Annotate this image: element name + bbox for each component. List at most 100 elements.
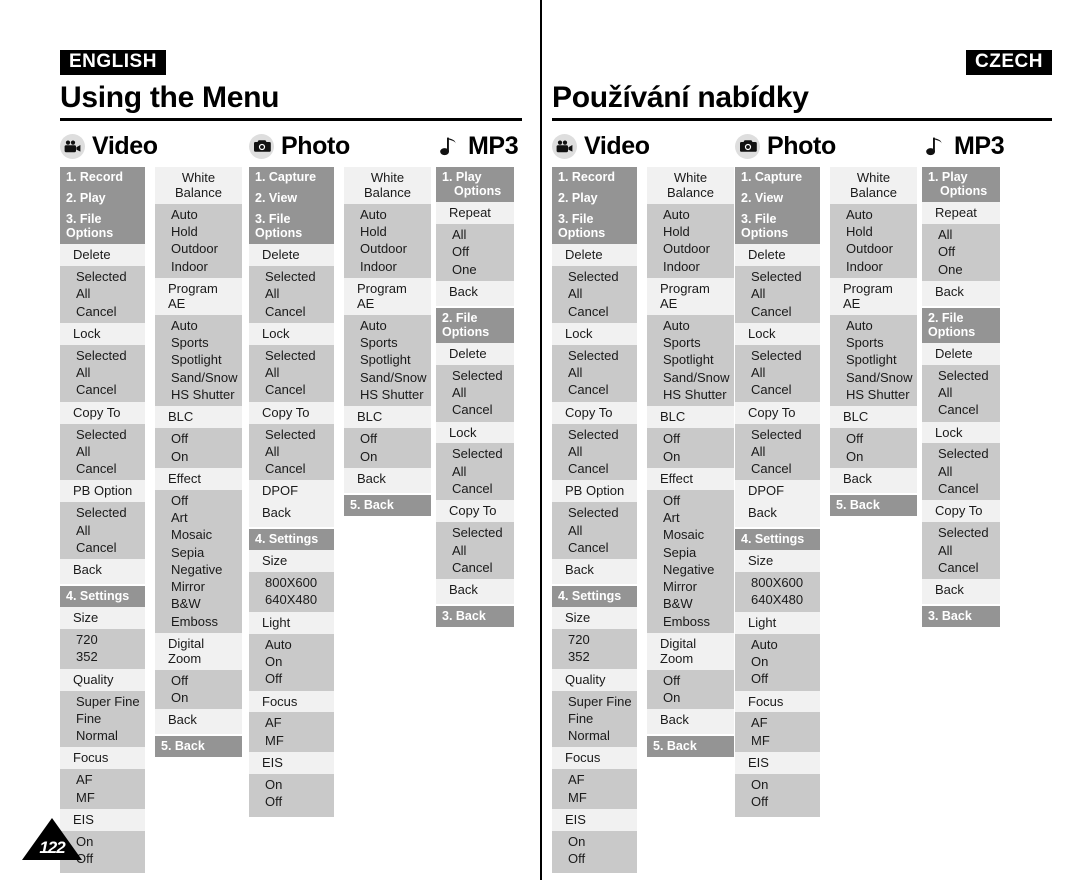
menu-option[interactable]: Outdoor bbox=[171, 240, 236, 257]
menu-option[interactable]: Cancel bbox=[76, 539, 139, 556]
menu-item-label[interactable]: Focus bbox=[249, 691, 334, 713]
menu-item-label[interactable]: EIS bbox=[735, 752, 820, 774]
menu-option[interactable]: Hold bbox=[171, 223, 236, 240]
menu-option[interactable]: On bbox=[568, 833, 631, 850]
menu-item-label[interactable]: Delete bbox=[922, 343, 1000, 365]
menu-option[interactable]: On bbox=[76, 833, 139, 850]
menu-bar[interactable]: 3. File Options bbox=[735, 209, 820, 244]
menu-option[interactable]: HS Shutter bbox=[663, 386, 728, 403]
menu-item-label[interactable]: Size bbox=[735, 550, 820, 572]
menu-option[interactable]: One bbox=[938, 261, 994, 278]
menu-option[interactable]: Off bbox=[171, 492, 236, 509]
menu-option[interactable]: Cancel bbox=[568, 303, 631, 320]
menu-option[interactable]: All bbox=[76, 522, 139, 539]
menu-bar[interactable]: 3. File Options bbox=[60, 209, 145, 244]
menu-option[interactable]: Cancel bbox=[76, 303, 139, 320]
menu-option[interactable]: Mirror bbox=[663, 578, 728, 595]
menu-option[interactable]: All bbox=[751, 285, 814, 302]
menu-option[interactable]: Auto bbox=[751, 636, 814, 653]
menu-item-label[interactable]: Lock bbox=[249, 323, 334, 345]
menu-option[interactable]: Fine bbox=[76, 710, 139, 727]
menu-option[interactable]: All bbox=[938, 384, 994, 401]
menu-option[interactable]: Off bbox=[265, 670, 328, 687]
menu-option[interactable]: Sand/Snow bbox=[360, 369, 427, 386]
menu-option[interactable]: Cancel bbox=[751, 303, 814, 320]
menu-item-label[interactable]: DPOF bbox=[735, 480, 820, 502]
menu-option[interactable]: Fine bbox=[568, 710, 631, 727]
menu-option[interactable]: Sand/Snow bbox=[663, 369, 730, 386]
menu-option[interactable]: Selected bbox=[452, 367, 508, 384]
menu-bar[interactable]: 4. Settings bbox=[552, 586, 637, 608]
menu-option[interactable]: Cancel bbox=[751, 381, 814, 398]
menu-bar[interactable]: 2. File Options bbox=[922, 307, 1000, 343]
menu-bar[interactable]: 2. View bbox=[249, 188, 334, 209]
menu-item-label[interactable]: White Balance bbox=[830, 167, 917, 204]
menu-option[interactable]: Indoor bbox=[171, 258, 236, 275]
menu-option[interactable]: All bbox=[568, 364, 631, 381]
menu-option[interactable]: 640X480 bbox=[751, 591, 814, 608]
menu-item-label[interactable]: Effect bbox=[155, 468, 242, 490]
menu-item-label[interactable]: Digital Zoom bbox=[155, 633, 242, 670]
menu-item-label[interactable]: Focus bbox=[60, 747, 145, 769]
menu-item-label[interactable]: Copy To bbox=[249, 402, 334, 424]
menu-option[interactable]: Mosaic bbox=[663, 526, 728, 543]
menu-option[interactable]: Selected bbox=[751, 268, 814, 285]
menu-item-label[interactable]: Program AE bbox=[830, 278, 917, 315]
menu-option[interactable]: Super Fine bbox=[76, 693, 140, 710]
menu-option[interactable]: Outdoor bbox=[360, 240, 425, 257]
menu-bar[interactable]: 2. Play bbox=[60, 188, 145, 209]
menu-item-label[interactable]: Light bbox=[735, 612, 820, 634]
menu-option[interactable]: All bbox=[751, 443, 814, 460]
menu-option[interactable]: Sports bbox=[846, 334, 911, 351]
menu-option[interactable]: Spotlight bbox=[171, 351, 236, 368]
menu-option[interactable]: On bbox=[360, 448, 425, 465]
menu-option[interactable]: All bbox=[265, 285, 328, 302]
menu-item-label[interactable]: Repeat bbox=[922, 202, 1000, 224]
menu-item-label[interactable]: Back bbox=[735, 502, 820, 527]
menu-option[interactable]: Cancel bbox=[938, 401, 994, 418]
menu-option[interactable]: Cancel bbox=[568, 381, 631, 398]
menu-item-label[interactable]: Focus bbox=[735, 691, 820, 713]
menu-option[interactable]: All bbox=[452, 226, 508, 243]
menu-bar[interactable]: 1. Record bbox=[552, 167, 637, 188]
menu-option[interactable]: 352 bbox=[76, 648, 139, 665]
menu-item-label[interactable]: Back bbox=[344, 468, 431, 493]
menu-item-label[interactable]: Back bbox=[436, 579, 514, 604]
menu-option[interactable]: All bbox=[568, 285, 631, 302]
menu-bar[interactable]: 1. Play Options bbox=[922, 167, 1000, 202]
menu-option[interactable]: Selected bbox=[751, 347, 814, 364]
menu-item-label[interactable]: Copy To bbox=[735, 402, 820, 424]
menu-option[interactable]: Outdoor bbox=[846, 240, 911, 257]
menu-option[interactable]: Selected bbox=[76, 347, 139, 364]
menu-item-label[interactable]: White Balance bbox=[344, 167, 431, 204]
menu-option[interactable]: Spotlight bbox=[663, 351, 728, 368]
menu-item-label[interactable]: BLC bbox=[830, 406, 917, 428]
menu-option[interactable]: Cancel bbox=[76, 381, 139, 398]
menu-option[interactable]: Off bbox=[171, 430, 236, 447]
menu-item-label[interactable]: Lock bbox=[60, 323, 145, 345]
menu-option[interactable]: All bbox=[76, 364, 139, 381]
menu-option[interactable]: Selected bbox=[452, 524, 508, 541]
menu-option[interactable]: On bbox=[663, 448, 728, 465]
menu-option[interactable]: Selected bbox=[452, 445, 508, 462]
menu-option[interactable]: On bbox=[265, 776, 328, 793]
menu-bar[interactable]: 3. File Options bbox=[249, 209, 334, 244]
menu-item-label[interactable]: Effect bbox=[647, 468, 734, 490]
menu-option[interactable]: Cancel bbox=[452, 559, 508, 576]
menu-option[interactable]: Spotlight bbox=[846, 351, 911, 368]
menu-option[interactable]: Emboss bbox=[171, 613, 236, 630]
menu-item-label[interactable]: Lock bbox=[922, 422, 1000, 444]
menu-option[interactable]: Outdoor bbox=[663, 240, 728, 257]
menu-item-label[interactable]: Copy To bbox=[436, 500, 514, 522]
menu-option[interactable]: AF bbox=[751, 714, 814, 731]
menu-item-label[interactable]: White Balance bbox=[155, 167, 242, 204]
menu-option[interactable]: Art bbox=[663, 509, 728, 526]
menu-option[interactable]: Off bbox=[751, 793, 814, 810]
menu-item-label[interactable]: Lock bbox=[735, 323, 820, 345]
menu-item-label[interactable]: Back bbox=[647, 709, 734, 734]
menu-option[interactable]: Sports bbox=[360, 334, 425, 351]
menu-option[interactable]: All bbox=[76, 443, 139, 460]
menu-option[interactable]: Off bbox=[360, 430, 425, 447]
menu-option[interactable]: Cancel bbox=[568, 539, 631, 556]
menu-option[interactable]: Off bbox=[452, 243, 508, 260]
